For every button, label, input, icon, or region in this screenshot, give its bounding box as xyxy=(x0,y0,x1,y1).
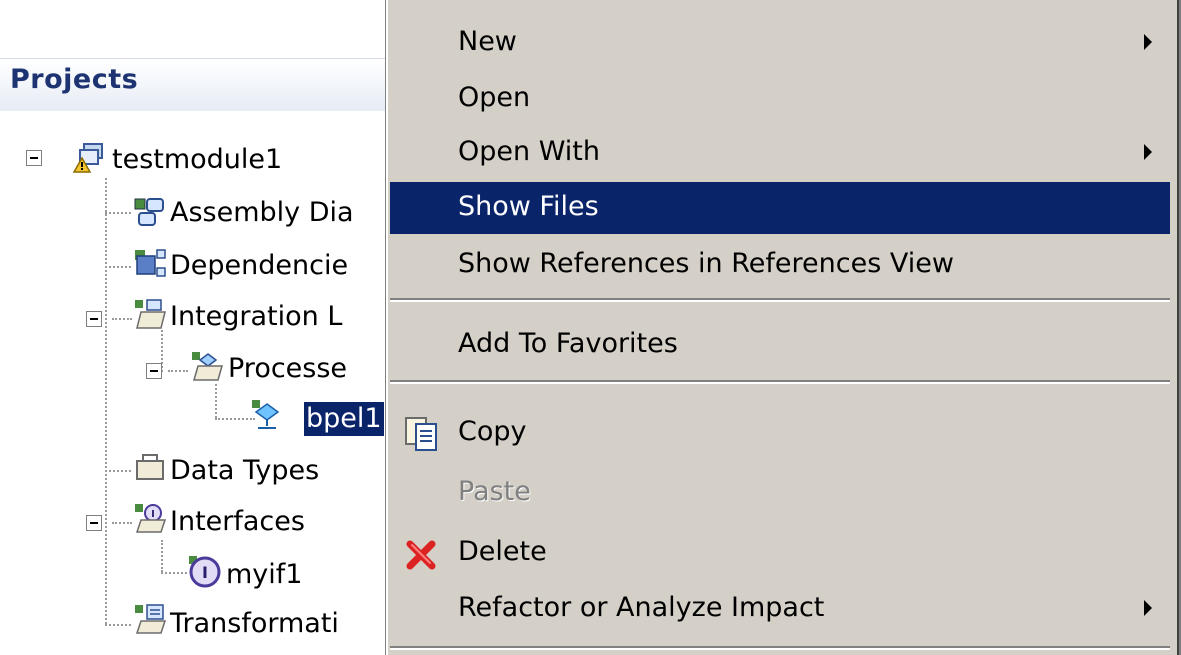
menu-item-label: Copy xyxy=(458,416,527,447)
menu-item-label: Paste xyxy=(458,476,531,507)
menu-item-label: Refactor or Analyze Impact xyxy=(458,592,825,623)
projects-panel-title: Projects xyxy=(10,64,139,95)
menu-item-label: New xyxy=(458,26,517,57)
delete-icon xyxy=(406,540,436,570)
tree-guide-line xyxy=(215,418,255,420)
menu-separator xyxy=(390,380,1170,384)
collapse-toggle-interfaces[interactable] xyxy=(86,515,102,531)
menu-item-open[interactable]: Open xyxy=(390,76,1170,122)
svg-text:I: I xyxy=(202,563,208,582)
tree-guide-line xyxy=(161,572,187,574)
integration-logic-folder-icon xyxy=(135,299,166,329)
module-warning-icon xyxy=(72,143,103,173)
processes-folder-icon xyxy=(192,352,223,381)
svg-text:I: I xyxy=(151,509,155,520)
copy-icon xyxy=(405,417,437,451)
tree-guide-line xyxy=(112,522,132,524)
menu-item-show-references[interactable]: Show References in References View xyxy=(390,242,1170,288)
interface-icon: I xyxy=(189,556,221,588)
menu-item-label: Open xyxy=(458,82,531,113)
menu-item-label: Add To Favorites xyxy=(458,328,678,359)
assembly-diagram-icon xyxy=(134,198,164,226)
menu-item-copy[interactable]: Copy xyxy=(390,410,1170,456)
tree-guide-line xyxy=(161,540,163,572)
menu-separator xyxy=(390,646,1170,650)
dependencies-icon xyxy=(135,249,166,277)
menu-separator xyxy=(390,298,1170,302)
tree-guide-line xyxy=(112,318,132,320)
tree-item-assembly-diagram[interactable]: Assembly Dia xyxy=(170,196,354,230)
submenu-arrow-icon xyxy=(1144,34,1152,50)
collapse-toggle-integration-logic[interactable] xyxy=(86,311,102,327)
submenu-arrow-icon xyxy=(1144,600,1152,616)
tree-guide-line xyxy=(105,178,107,624)
data-types-icon xyxy=(136,454,164,480)
tree-item-bpel1[interactable]: bpel1 xyxy=(304,402,384,436)
tree-item-testmodule1[interactable]: testmodule1 xyxy=(112,143,282,177)
menu-item-label: Delete xyxy=(458,536,547,567)
menu-item-new[interactable]: New xyxy=(390,20,1170,66)
menu-item-label: Open With xyxy=(458,136,601,167)
menu-item-add-to-favorites[interactable]: Add To Favorites xyxy=(390,322,1170,368)
context-menu: New Open Open With Show Files Show Refer… xyxy=(386,0,1181,655)
menu-border xyxy=(1177,0,1181,655)
tree-item-interfaces[interactable]: Interfaces xyxy=(170,505,305,539)
tree-guide-line xyxy=(168,370,188,372)
collapse-toggle-processes[interactable] xyxy=(146,363,162,379)
menu-item-open-with[interactable]: Open With xyxy=(390,130,1170,176)
bpel-process-icon xyxy=(252,400,280,429)
menu-item-refactor[interactable]: Refactor or Analyze Impact xyxy=(390,586,1170,632)
tree-item-dependencies[interactable]: Dependencie xyxy=(170,249,348,283)
interfaces-folder-icon: I xyxy=(135,504,167,533)
menu-item-paste[interactable]: Paste xyxy=(390,470,1170,516)
collapse-toggle-testmodule1[interactable] xyxy=(26,150,42,166)
tree-item-integration-logic[interactable]: Integration L xyxy=(170,300,342,334)
tree-guide-line xyxy=(215,384,217,418)
tree-item-processes[interactable]: Processe xyxy=(228,352,347,386)
tree-item-myif1[interactable]: myif1 xyxy=(226,558,302,592)
tree-item-data-types[interactable]: Data Types xyxy=(170,454,319,488)
tree-guide-line xyxy=(105,212,131,214)
menu-item-label: Show Files xyxy=(458,191,599,222)
menu-item-label: Show References in References View xyxy=(458,248,954,279)
menu-item-show-files[interactable]: Show Files xyxy=(390,182,1170,234)
tree-item-transformations[interactable]: Transformati xyxy=(170,607,339,641)
tree-guide-line xyxy=(105,624,131,626)
tree-guide-line xyxy=(105,266,131,268)
menu-item-delete[interactable]: Delete xyxy=(390,530,1170,576)
submenu-arrow-icon xyxy=(1144,144,1152,160)
transformations-icon xyxy=(135,604,167,634)
tree-guide-line xyxy=(105,470,131,472)
projects-panel: Projects testmodule1 Assembly Dia Depend… xyxy=(0,0,392,655)
